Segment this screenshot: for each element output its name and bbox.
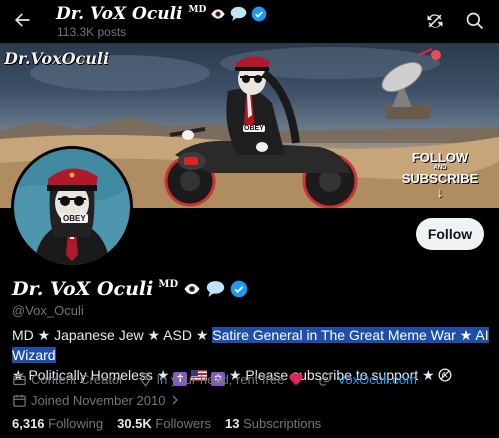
- header-name-superscript: MD: [188, 5, 207, 15]
- search-button[interactable]: [461, 7, 489, 35]
- followers-link[interactable]: 30.5K Followers: [117, 416, 211, 431]
- chevron-right-icon: [172, 395, 179, 405]
- meta-location: In your head, rent free: [138, 372, 305, 387]
- subscriptions-label: Subscriptions: [243, 416, 322, 431]
- following-count: 6,316: [12, 416, 45, 431]
- meta-website: VoxOculi.com: [318, 372, 417, 387]
- followers-label: Followers: [155, 416, 212, 431]
- avatar-cap-label: OBEY: [61, 214, 88, 223]
- follow-subscribe-banner-text: FOLLOW AND SUBSCRIBE ↓: [400, 151, 480, 199]
- refresh-icon: [427, 14, 443, 28]
- profile-handle: @Vox_Oculi: [12, 303, 84, 318]
- link-icon: [319, 372, 333, 386]
- meta-joined[interactable]: Joined November 2010: [12, 393, 181, 408]
- eye-icon: [211, 9, 225, 19]
- header-name-text: Dr. VoX Oculi: [56, 4, 183, 24]
- eye-icon: [184, 283, 200, 295]
- profile-name-text: Dr. VoX Oculi: [12, 278, 154, 300]
- banner-cta-follow: FOLLOW: [411, 150, 469, 165]
- follow-button[interactable]: Follow: [416, 218, 484, 250]
- avatar[interactable]: OBEY: [11, 146, 133, 268]
- heart-icon: [289, 373, 304, 386]
- header-name: Dr. VoX Oculi MD: [56, 4, 267, 24]
- subscriptions-count: 13: [225, 416, 240, 431]
- banner-title: Dr.VoxOculi: [4, 49, 110, 68]
- top-bar: Dr. VoX Oculi MD 113.3K posts: [0, 0, 499, 43]
- verified-badge-icon: [251, 6, 267, 22]
- avatar-image: [14, 149, 130, 265]
- profile-name-superscript: MD: [158, 278, 179, 290]
- verified-badge-icon[interactable]: [230, 280, 248, 298]
- speech-bubble-icon: [206, 281, 225, 297]
- down-arrow-icon: ↓: [436, 184, 444, 200]
- profile-name: Dr. VoX Oculi MD: [12, 278, 248, 300]
- rider-cap-label: OBEY: [243, 125, 265, 132]
- search-icon: [466, 12, 484, 30]
- followers-count: 30.5K: [117, 416, 152, 431]
- briefcase-icon: [13, 373, 26, 385]
- profile-stats: 6,316 Following 30.5K Followers 13 Subsc…: [12, 416, 321, 431]
- meta-joined-text: Joined November 2010: [31, 392, 166, 408]
- following-label: Following: [48, 416, 104, 431]
- subscriptions-link[interactable]: 13 Subscriptions: [225, 416, 321, 431]
- meta-location-text: In your head, rent free: [156, 371, 285, 387]
- location-pin-icon: [139, 372, 151, 387]
- speech-bubble-icon: [230, 6, 247, 22]
- refresh-button[interactable]: [421, 7, 449, 35]
- back-button[interactable]: [6, 4, 38, 36]
- meta-category: Content Creator: [12, 372, 124, 387]
- profile-meta: Content Creator In your head, rent free …: [12, 370, 492, 412]
- bio-text-1: MD ★ Japanese Jew ★ ASD ★: [12, 327, 213, 343]
- back-arrow-icon: [15, 13, 30, 27]
- post-count: 113.3K posts: [57, 25, 127, 39]
- website-link[interactable]: VoxOculi.com: [337, 372, 416, 387]
- following-link[interactable]: 6,316 Following: [12, 416, 103, 431]
- meta-category-text: Content Creator: [31, 371, 124, 387]
- calendar-icon: [13, 394, 26, 407]
